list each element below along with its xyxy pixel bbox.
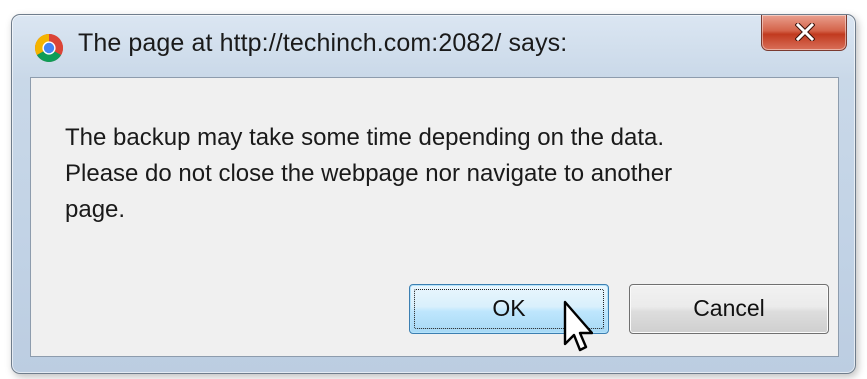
chrome-icon (35, 34, 63, 62)
dialog-title: The page at http://techinch.com:2082/ sa… (78, 29, 568, 57)
message-line: The backup may take some time depending … (65, 124, 665, 151)
dialog-body: The backup may take some time depending … (30, 77, 839, 357)
cancel-button[interactable]: Cancel (629, 284, 829, 334)
dialog-titlebar[interactable]: The page at http://techinch.com:2082/ sa… (12, 15, 855, 75)
message-line: page. (65, 196, 126, 223)
close-icon (795, 23, 815, 41)
cancel-button-label: Cancel (693, 295, 765, 321)
message-line: Please do not close the webpage nor navi… (65, 160, 673, 187)
focus-ring (414, 289, 604, 329)
dialog-message: The backup may take some time depending … (65, 120, 805, 228)
close-button[interactable] (761, 15, 847, 51)
ok-button[interactable]: OK (409, 284, 609, 334)
alert-dialog: The page at http://techinch.com:2082/ sa… (11, 14, 856, 374)
